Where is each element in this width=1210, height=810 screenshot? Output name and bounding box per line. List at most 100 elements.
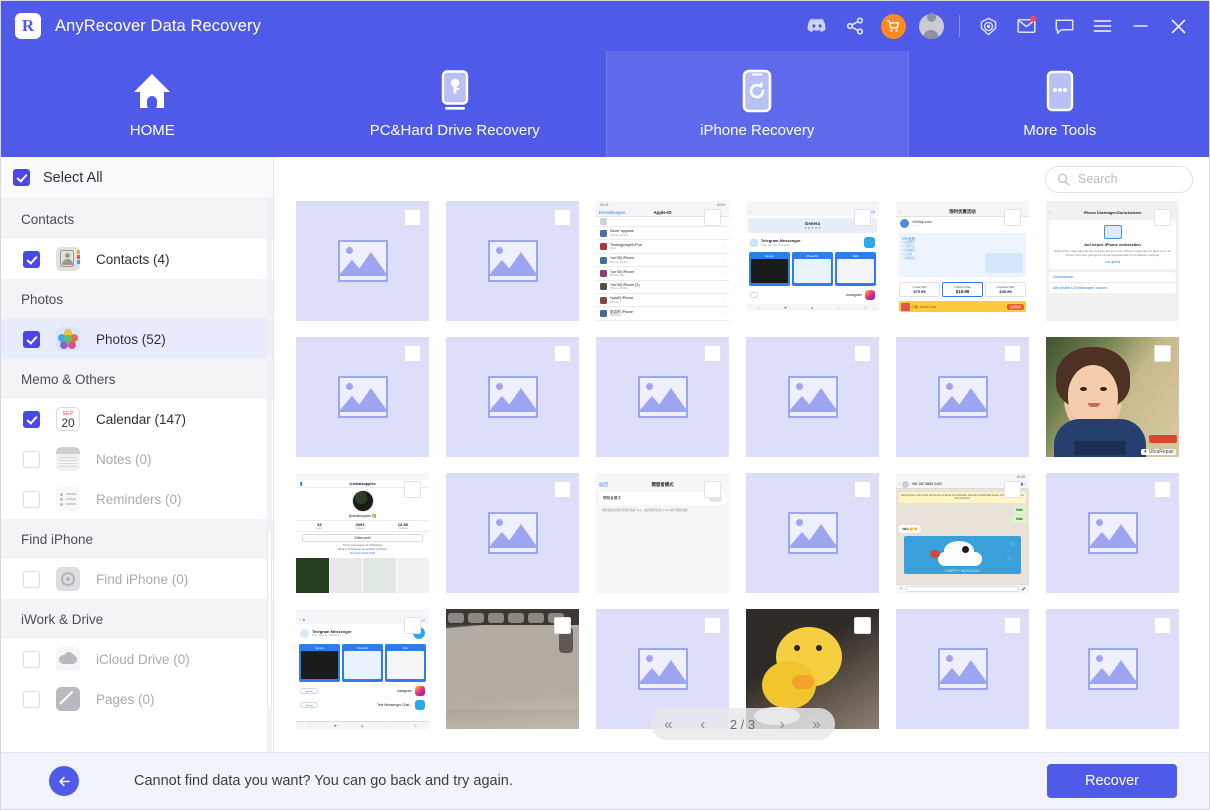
thumbnail-checkbox[interactable] xyxy=(1004,345,1021,362)
sidebar-item-pages-checkbox[interactable] xyxy=(23,691,40,708)
thumbnail-checkbox[interactable] xyxy=(554,481,571,498)
pagination-last-button[interactable]: » xyxy=(809,716,823,733)
thumbnail-cell[interactable] xyxy=(446,201,579,321)
thumbnail-cell[interactable] xyxy=(1046,609,1179,729)
thumbnail-cell[interactable] xyxy=(896,609,1029,729)
thumbnail-cell[interactable]: ‎10:28 ‹ +86 180 8885 0400 📹 ⌕ Nachricht… xyxy=(896,473,1029,593)
menu-icon[interactable] xyxy=(1083,7,1121,45)
search-box[interactable] xyxy=(1045,166,1193,193)
mail-unread-badge xyxy=(1030,16,1036,22)
thumbnail-checkbox[interactable] xyxy=(554,209,571,226)
thumbnail-checkbox[interactable] xyxy=(554,345,571,362)
share-icon[interactable] xyxy=(836,7,874,45)
thumbnail-checkbox[interactable] xyxy=(854,209,871,226)
sidebar-item-calendar[interactable]: SEP 20 Calendar (147) xyxy=(1,399,273,439)
sidebar-item-icloud-drive[interactable]: iCloud Drive (0) xyxy=(1,639,273,679)
thumbnail-checkbox[interactable] xyxy=(1154,209,1171,226)
sidebar-scrollbar-track[interactable] xyxy=(267,199,272,754)
account-avatar-icon[interactable] xyxy=(912,7,950,45)
icloud-drive-app-icon xyxy=(56,647,80,671)
thumbnail-cell[interactable] xyxy=(896,337,1029,457)
discord-icon[interactable] xyxy=(798,7,836,45)
thumbnail-cell[interactable] xyxy=(296,337,429,457)
thumbnail-checkbox[interactable] xyxy=(404,345,421,362)
thumbnail-cell[interactable]: ‎‎ 返回 開發者模式 開發者模式 開發者模式用於安裝及測試 App，並且用於使… xyxy=(596,473,729,593)
shot-row-sub: iPhone SE xyxy=(610,274,634,277)
recover-button[interactable]: Recover xyxy=(1047,764,1177,798)
sidebar-item-calendar-checkbox[interactable] xyxy=(23,411,40,428)
thumbnail-checkbox[interactable] xyxy=(404,617,421,634)
sidebar-item-find-iphone-checkbox[interactable] xyxy=(23,571,40,588)
thumbnail-checkbox[interactable] xyxy=(1154,617,1171,634)
shot-title: Apple-ID xyxy=(653,210,671,215)
sidebar-item-reminders-label: Reminders (0) xyxy=(96,492,182,507)
thumbnail-cell[interactable] xyxy=(446,609,579,729)
pagination-next-button[interactable]: › xyxy=(777,716,788,733)
mail-icon[interactable] xyxy=(1007,7,1045,45)
back-button[interactable] xyxy=(49,766,79,796)
thumbnail-cell[interactable] xyxy=(296,201,429,321)
sidebar-item-notes-checkbox[interactable] xyxy=(23,451,40,468)
thumbnail-cell[interactable]: ‎‎ ‹限时优惠活动 1000sp.com——— VPN优势 ✓ 高速稳定✓ 全… xyxy=(896,201,1029,321)
sidebar-item-notes[interactable]: Notes (0) xyxy=(1,439,273,479)
sidebar-item-reminders-checkbox[interactable] xyxy=(23,491,40,508)
sidebar-item-contacts-checkbox[interactable] xyxy=(23,251,40,268)
thumbnail-checkbox[interactable] xyxy=(704,481,721,498)
thumbnail-checkbox[interactable] xyxy=(1004,617,1021,634)
thumbnail-cell[interactable]: 09:41100% Einstellungen Apple-ID Never u… xyxy=(596,201,729,321)
thumbnail-cell[interactable]: ✦ UltraRepair xyxy=(1046,337,1179,457)
sidebar-item-photos[interactable]: Photos (52) xyxy=(1,319,273,359)
minimize-icon[interactable] xyxy=(1121,7,1159,45)
thumbnail-cell[interactable] xyxy=(1046,473,1179,593)
thumbnail-checkbox[interactable] xyxy=(1154,481,1171,498)
thumbnail-cell[interactable]: ‎‎ 👤 @whatsapptec @whatsapptec ✅ 33posts xyxy=(296,473,429,593)
target-icon[interactable] xyxy=(969,7,1007,45)
thumbnail-cell[interactable]: ‎‎ ‹الحصول Genera ★ ★ ★ ★ ★ Telegram Mes… xyxy=(746,201,879,321)
shot-row-sub: iPhone 6 xyxy=(610,314,633,317)
thumbnail-checkbox[interactable] xyxy=(554,617,571,634)
pagination-prev-button[interactable]: ‹ xyxy=(697,716,708,733)
shot-time: 10:28 xyxy=(1017,475,1026,479)
footer-message: Cannot find data you want? You can go ba… xyxy=(134,773,513,789)
tab-more-tools[interactable]: More Tools xyxy=(909,51,1210,157)
thumbnail-checkbox[interactable] xyxy=(854,345,871,362)
sidebar-item-photos-checkbox[interactable] xyxy=(23,331,40,348)
close-icon[interactable] xyxy=(1159,7,1197,45)
sidebar-item-reminders[interactable]: Reminders (0) xyxy=(1,479,273,519)
thumbnail-checkbox[interactable] xyxy=(1004,209,1021,226)
chat-icon[interactable] xyxy=(1045,7,1083,45)
tab-pc-hard-drive-recovery[interactable]: PC&Hard Drive Recovery xyxy=(304,51,607,157)
thumbnail-cell[interactable] xyxy=(596,337,729,457)
thumbnail-cell[interactable]: ‎‎ ‹ ⚙الرئيسية Telegram Messenger Fast. … xyxy=(296,609,429,729)
titlebar-icon-group xyxy=(798,7,1210,45)
thumbnail-checkbox[interactable] xyxy=(704,617,721,634)
thumbnail-cell[interactable] xyxy=(746,473,879,593)
image-placeholder-icon xyxy=(1088,512,1138,554)
calendar-icon-day: 20 xyxy=(61,417,74,430)
select-all-checkbox[interactable] xyxy=(13,169,30,186)
thumbnail-checkbox[interactable] xyxy=(1154,345,1171,362)
search-input[interactable] xyxy=(1078,172,1178,186)
thumbnail-checkbox[interactable] xyxy=(854,617,871,634)
shot-row-sub: iPhone 13 Pro xyxy=(610,261,634,264)
sidebar-item-contacts[interactable]: Contacts (4) xyxy=(1,239,273,279)
sidebar-item-pages[interactable]: Pages (0) xyxy=(1,679,273,719)
thumbnail-checkbox[interactable] xyxy=(404,209,421,226)
sidebar-scrollbar-thumb[interactable] xyxy=(267,529,272,709)
thumbnail-checkbox[interactable] xyxy=(1004,481,1021,498)
tab-home[interactable]: HOME xyxy=(1,51,304,157)
thumbnail-cell[interactable] xyxy=(746,337,879,457)
cart-icon[interactable] xyxy=(874,7,912,45)
sidebar-item-find-iphone[interactable]: Find iPhone (0) xyxy=(1,559,273,599)
tab-iphone-recovery[interactable]: iPhone Recovery xyxy=(606,51,909,157)
thumbnail-cell[interactable] xyxy=(446,337,579,457)
thumbnail-checkbox[interactable] xyxy=(854,481,871,498)
thumbnail-cell[interactable] xyxy=(446,473,579,593)
pagination-first-button[interactable]: « xyxy=(661,716,675,733)
thumbnail-checkbox[interactable] xyxy=(704,345,721,362)
thumbnail-checkbox[interactable] xyxy=(404,481,421,498)
sidebar-item-icloud-drive-checkbox[interactable] xyxy=(23,651,40,668)
thumbnail-cell[interactable]: ‎‎ ‹iPhone Übertragen/Zurücksetzen Auf n… xyxy=(1046,201,1179,321)
select-all-row[interactable]: Select All xyxy=(1,157,273,199)
thumbnail-checkbox[interactable] xyxy=(704,209,721,226)
